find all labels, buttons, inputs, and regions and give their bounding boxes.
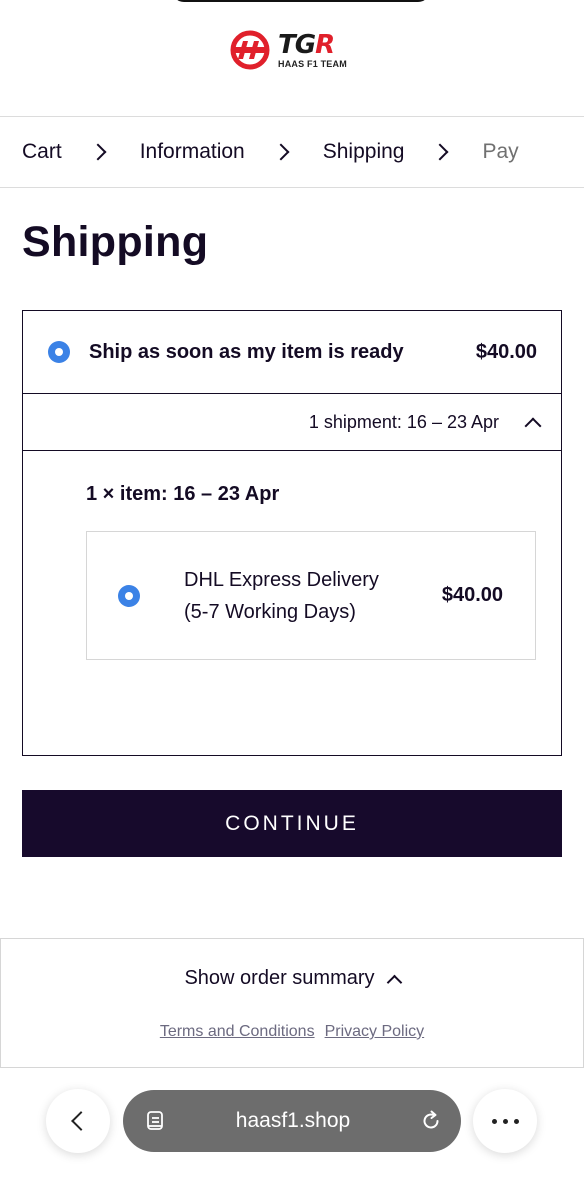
address-bar[interactable]: haasf1.shop [123,1090,461,1152]
breadcrumb: Cart Information Shipping Pay [22,118,584,186]
item-heading: 1 × item: 16 – 23 Apr [86,483,280,505]
back-button[interactable] [46,1089,110,1153]
more-button[interactable] [473,1089,537,1153]
chevron-up-icon [524,417,542,435]
breadcrumb-payment: Pay [482,140,519,163]
delivery-method-name: DHL Express Delivery (5-7 Working Days) [184,568,379,623]
breadcrumb-cart[interactable]: Cart [22,140,62,164]
privacy-link[interactable]: Privacy Policy [325,1023,425,1041]
browser-toolbar: haasf1.shop [0,1068,584,1200]
brand-subtitle: HAAS F1 TEAM [278,58,347,69]
breadcrumb-shipping: Shipping [322,140,405,163]
order-summary-panel: Show order summary Terms and Conditions … [0,938,584,1068]
breadcrumb-information[interactable]: Information [140,140,245,164]
delivery-method-dhl[interactable]: DHL Express Delivery (5-7 Working Days) … [86,531,536,660]
show-order-summary-button[interactable]: Show order summary [1,967,583,991]
chevron-right-icon [89,143,107,161]
chevron-left-icon [71,1111,91,1131]
shipment-summary-text: 1 shipment: 16 – 23 Apr [308,411,499,432]
reload-icon[interactable] [419,1109,443,1133]
chevron-up-icon [386,974,402,991]
shipment-summary-toggle[interactable]: 1 shipment: 16 – 23 Apr [23,394,561,451]
haas-logo-icon [230,30,270,70]
header-divider [0,116,584,117]
url-text: haasf1.shop [235,1109,351,1132]
device-notch [172,0,430,2]
shipping-option-price: $40.00 [475,340,537,363]
chevron-right-icon [272,143,290,161]
shipping-option-asap[interactable]: Ship as soon as my item is ready $40.00 [23,311,561,394]
continue-button[interactable]: CONTINUE [22,790,562,857]
page-title: Shipping [22,218,209,266]
page-menu-icon [147,1111,163,1130]
radio-selected-icon[interactable] [48,341,70,363]
terms-link[interactable]: Terms and Conditions [160,1023,315,1041]
delivery-method-price: $40.00 [441,584,503,606]
brand-wordmark: TGR [278,29,335,60]
shipping-option-label: Ship as soon as my item is ready [89,340,404,363]
breadcrumb-divider [0,187,584,188]
radio-selected-icon[interactable] [118,584,140,607]
order-summary-label: Show order summary [184,967,375,989]
legal-links: Terms and Conditions Privacy Policy [1,1023,583,1041]
more-dots-icon [489,1118,522,1124]
chevron-right-icon [431,143,449,161]
brand-logo[interactable]: TGR HAAS F1 TEAM [228,28,358,72]
shipping-options: Ship as soon as my item is ready $40.00 … [22,310,562,756]
